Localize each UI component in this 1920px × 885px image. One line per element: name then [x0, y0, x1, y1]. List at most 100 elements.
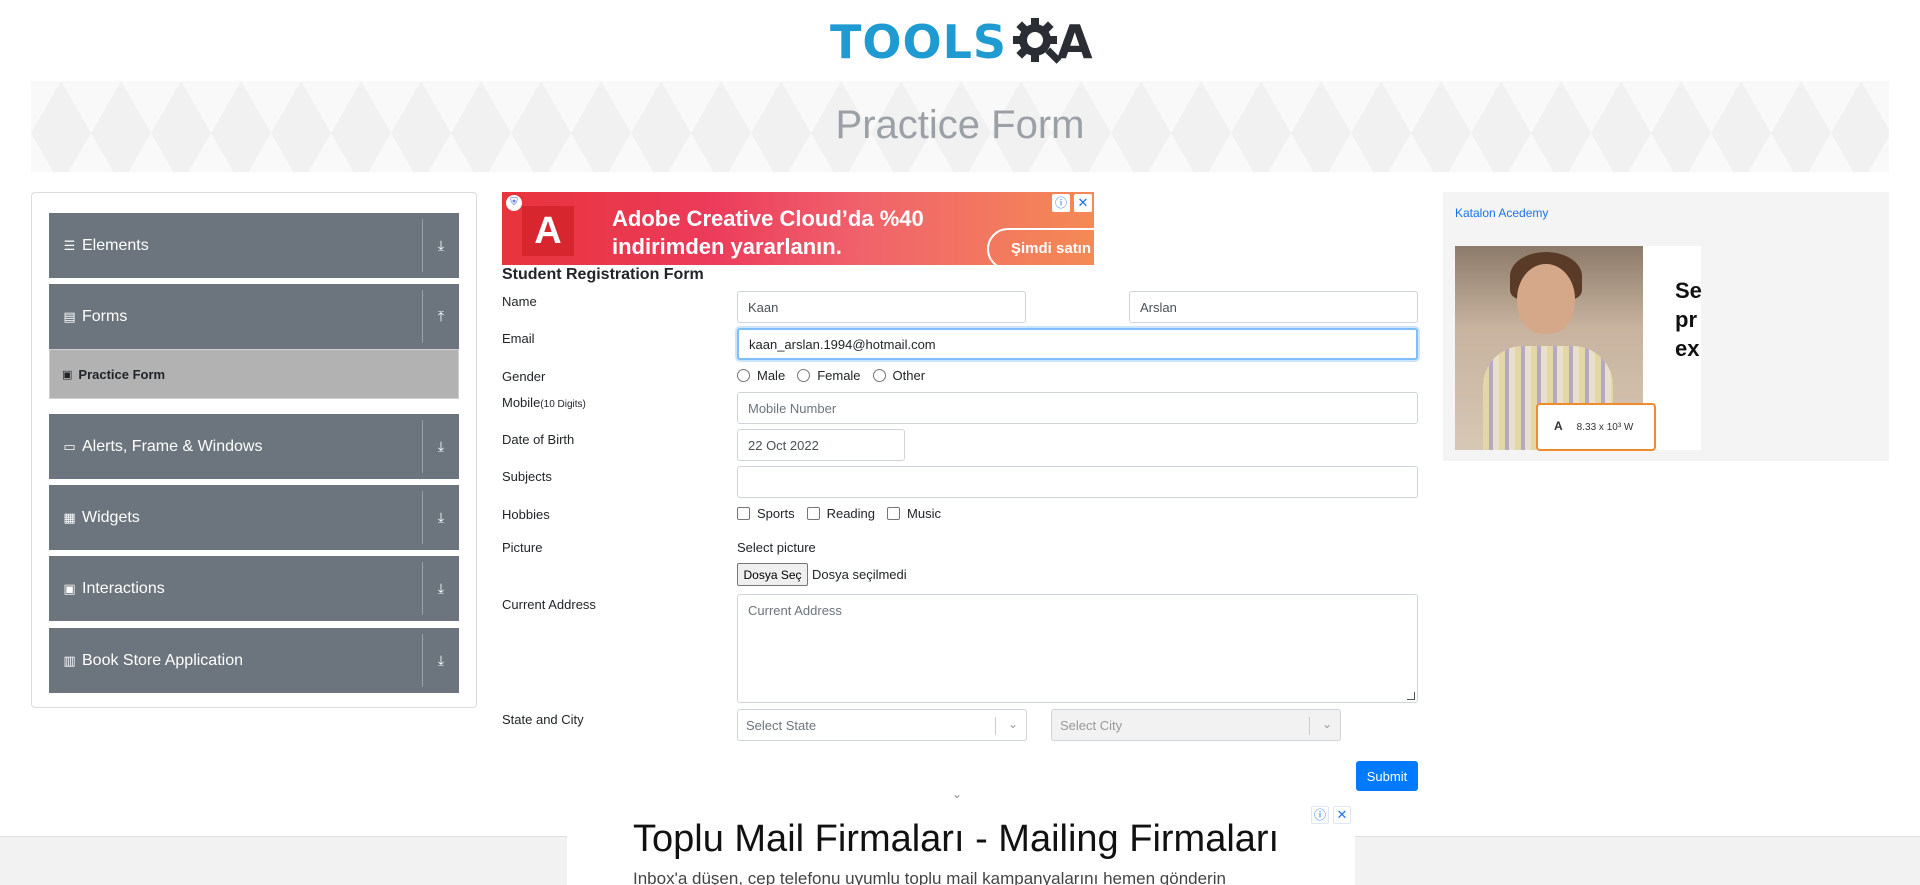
card-value: 8.33 x 10³ W: [1576, 422, 1634, 433]
state-city-label: State and City: [502, 712, 584, 727]
hobby-music-option[interactable]: Music: [887, 506, 941, 521]
ad-title: Toplu Mail Firmaları - Mailing Firmaları: [633, 818, 1280, 860]
name-label: Name: [502, 294, 537, 309]
download-arrow-icon: ⤓: [437, 438, 445, 454]
ad-headline-line-2: pr: [1675, 307, 1697, 332]
ad-cta-button[interactable]: Şimdi satın: [987, 228, 1094, 265]
checkbox[interactable]: [887, 507, 901, 520]
gender-female-label: Female: [817, 368, 861, 383]
sidebar-group-widgets[interactable]: ▦ Widgets ⤓: [49, 485, 459, 550]
gender-label: Gender: [502, 369, 546, 384]
gender-other-option[interactable]: Other: [872, 368, 926, 383]
sidebar: ☰ Elements ⤓ ▤ Forms ⤒ ▣ Practice Form ▭…: [31, 192, 477, 708]
ad-line-1: Adobe Creative Cloud’da %40: [612, 206, 924, 231]
ad-close-icon[interactable]: ✕: [1074, 194, 1092, 212]
download-arrow-icon: ⤓: [437, 580, 445, 596]
resize-handle-icon[interactable]: [1407, 692, 1415, 700]
select-picture-label: Select picture: [737, 540, 816, 555]
adobe-ad-banner[interactable]: ⛨ A Adobe Creative Cloud’da %40 indirimd…: [502, 192, 1094, 265]
ad-headline-line-1: Se: [1675, 278, 1702, 303]
mobile-hint: (10 Digits): [540, 399, 586, 410]
toolsqa-logo[interactable]: TOOLS A: [830, 12, 1093, 72]
first-name-input[interactable]: Kaan: [737, 291, 1026, 323]
logo-tools-text: TOOLS: [830, 15, 1008, 69]
last-name-input[interactable]: Arslan: [1129, 291, 1418, 323]
divider: [995, 717, 996, 735]
hobbies-label: Hobbies: [502, 507, 550, 522]
radio-button[interactable]: [797, 369, 811, 382]
state-placeholder: Select State: [746, 717, 817, 733]
adobe-logo-icon: A: [522, 206, 574, 256]
ad-headline: Se pr ex: [1675, 276, 1702, 363]
state-select[interactable]: Select State ⌄: [737, 709, 1027, 741]
sidebar-group-alerts[interactable]: ▭ Alerts, Frame & Windows ⤓: [49, 414, 459, 479]
hobby-reading-label: Reading: [826, 506, 876, 521]
sidebar-group-book-store[interactable]: ▥ Book Store Application ⤓: [49, 628, 459, 693]
city-placeholder: Select City: [1060, 717, 1123, 733]
gender-female-option[interactable]: Female: [797, 368, 861, 383]
ad-close-icon[interactable]: ✕: [1333, 806, 1351, 824]
current-address-label: Current Address: [502, 597, 596, 612]
chevron-down-icon[interactable]: ⌄: [952, 787, 962, 801]
ad-text: Adobe Creative Cloud’da %40 indirimden y…: [612, 205, 924, 261]
hobbies-options: Sports Reading Music: [737, 506, 953, 521]
mobile-label: Mobile(10 Digits): [502, 395, 586, 410]
choose-file-button[interactable]: Dosya Seç: [737, 563, 808, 586]
download-arrow-icon: ⤓: [437, 237, 445, 253]
hobby-music-label: Music: [907, 506, 941, 521]
hobby-sports-option[interactable]: Sports: [737, 506, 795, 521]
sidebar-group-interactions[interactable]: ▣ Interactions ⤓: [49, 556, 459, 621]
subjects-label: Subjects: [502, 469, 552, 484]
email-input[interactable]: kaan_arslan.1994@hotmail.com: [737, 328, 1418, 360]
address-placeholder: Current Address: [748, 603, 842, 618]
sidebar-group-label: Book Store Application: [82, 651, 243, 669]
page-title: Practice Form: [835, 103, 1085, 147]
subjects-input[interactable]: [737, 466, 1418, 498]
form-icon: ▤: [63, 308, 76, 324]
download-arrow-icon: ⤓: [437, 509, 445, 525]
gender-options: Male Female Other: [737, 368, 937, 383]
sidebar-group-forms[interactable]: ▤ Forms ⤒: [49, 284, 459, 349]
city-select[interactable]: Select City ⌄: [1051, 709, 1341, 741]
sidebar-group-label: Forms: [82, 307, 128, 325]
site-header: TOOLS A: [0, 0, 1920, 80]
hobby-reading-option[interactable]: Reading: [806, 506, 876, 521]
ad-info-icon[interactable]: ⓘ: [1311, 806, 1329, 824]
window-icon: ▭: [63, 438, 76, 454]
ad-image-alt-text[interactable]: Katalon Acedemy: [1455, 206, 1548, 220]
ad-info-icon[interactable]: ⓘ: [1052, 194, 1070, 212]
hobby-sports-label: Sports: [757, 506, 795, 521]
ad-data-card: A 8.33 x 10³ W: [1536, 403, 1656, 451]
checkbox[interactable]: [737, 507, 750, 520]
grid-icon: ▦: [63, 509, 76, 525]
chevron-down-icon[interactable]: ⌄: [1322, 717, 1332, 731]
checkbox[interactable]: [806, 507, 820, 520]
picture-label: Picture: [502, 540, 543, 555]
sidebar-item-practice-form[interactable]: ▣ Practice Form: [49, 349, 459, 399]
logo-qa: A: [1011, 15, 1093, 69]
date-of-birth-input[interactable]: 22 Oct 2022: [737, 429, 905, 461]
gender-male-option[interactable]: Male: [737, 368, 785, 383]
card-letter: A: [1554, 419, 1563, 433]
divider: [1309, 717, 1310, 735]
dob-label: Date of Birth: [502, 432, 575, 447]
sidebar-group-label: Elements: [82, 236, 149, 254]
sidebar-group-label: Interactions: [82, 579, 165, 597]
radio-button[interactable]: [737, 369, 750, 382]
radio-button[interactable]: [872, 369, 886, 382]
mobile-input[interactable]: Mobile Number: [737, 392, 1418, 424]
katalon-ad[interactable]: Katalon Acedemy Se pr ex A 8.33 x 10³ W: [1443, 192, 1889, 461]
chevron-down-icon[interactable]: ⌄: [1008, 717, 1018, 731]
photo-head: [1517, 264, 1575, 334]
gender-other-label: Other: [892, 368, 926, 383]
ad-subtitle: Inbox'a düşen, cep telefonu uyumlu toplu…: [633, 869, 1226, 885]
current-address-textarea[interactable]: Current Address: [737, 594, 1418, 703]
sidebar-group-elements[interactable]: ☰ Elements ⤓: [49, 213, 459, 278]
ad-headline-line-3: ex: [1675, 336, 1700, 361]
mailing-ad-banner[interactable]: Toplu Mail Firmaları - Mailing Firmaları…: [567, 804, 1355, 885]
file-status-text: Dosya seçilmedi: [812, 567, 907, 582]
submit-button[interactable]: Submit: [1356, 761, 1418, 791]
sidebar-item-label: Practice Form: [78, 366, 166, 382]
form-item-icon: ▣: [62, 368, 73, 381]
upload-arrow-icon: ⤒: [437, 308, 445, 324]
